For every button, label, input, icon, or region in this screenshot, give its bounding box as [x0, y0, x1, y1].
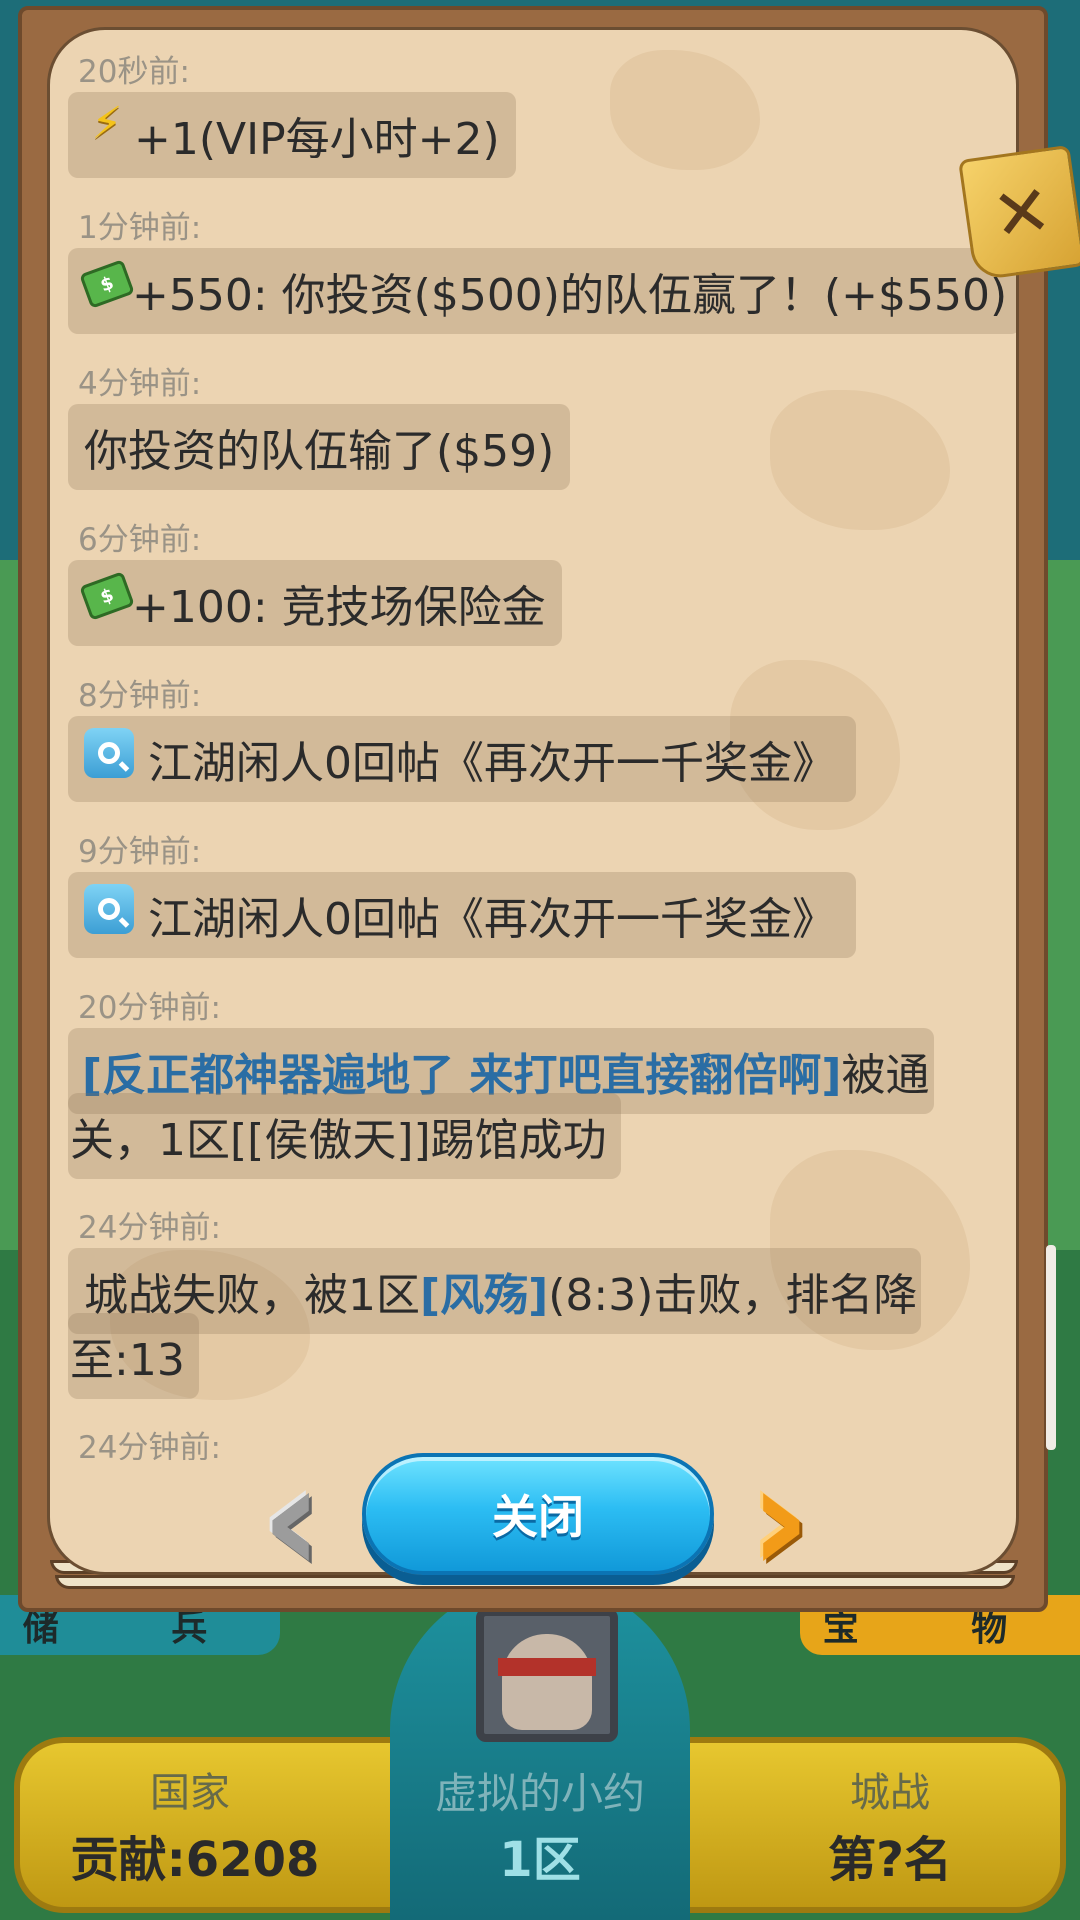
close-button[interactable]: 关闭: [362, 1453, 714, 1575]
feed-item-continuation: 至:13: [68, 1313, 199, 1399]
timestamp: 8分钟前:: [78, 678, 202, 714]
timestamp: 4分钟前:: [78, 366, 202, 402]
feed-item: 你投资的队伍输了($59): [68, 404, 571, 490]
player-name: 虚拟的小约: [434, 1769, 645, 1818]
feed-item-text: (8:3)击败，排名降: [548, 1270, 918, 1321]
avatar-face: [502, 1634, 592, 1730]
feed-item-text: +1(VIP每小时+2): [134, 114, 500, 165]
city-war-rank: 第?名: [828, 1832, 952, 1888]
avatar-headband: [498, 1658, 596, 1676]
contribution-value: 贡献:6208: [70, 1832, 320, 1888]
feed-item: ⚡ +1(VIP每小时+2): [68, 92, 516, 178]
paper-stack-edge: [55, 1575, 1015, 1589]
timestamp: 24分钟前:: [78, 1210, 221, 1246]
search-icon: [84, 884, 134, 934]
nation-label: 国家: [150, 1770, 230, 1816]
close-icon[interactable]: ✕: [958, 144, 1080, 282]
timestamp: 6分钟前:: [78, 522, 202, 558]
feed-item-text: 江湖闲人0回帖《再次开一千奖金》: [148, 738, 836, 789]
feed-item: $ +100: 竞技场保险金: [68, 560, 562, 646]
city-war-label: 城战: [850, 1770, 930, 1816]
timestamp: 1分钟前:: [78, 210, 202, 246]
next-page-button[interactable]: ›: [726, 1433, 834, 1607]
avatar[interactable]: [476, 1608, 618, 1742]
feed-item-text: 至:13: [70, 1335, 185, 1386]
server-value: 1区: [499, 1832, 581, 1888]
scrollbar[interactable]: [1046, 1245, 1056, 1450]
bolt-icon: ⚡: [91, 97, 123, 149]
feed-item[interactable]: 江湖闲人0回帖《再次开一千奖金》: [68, 872, 856, 958]
timestamp: 20分钟前:: [78, 990, 221, 1026]
money-icon: $: [79, 259, 135, 309]
guild-name-link[interactable]: [风殇]: [420, 1259, 548, 1323]
money-icon: $: [79, 571, 135, 621]
feed-item: $ +550: 你投资($500)的队伍赢了！(+$550): [68, 248, 1016, 334]
feed-item[interactable]: 江湖闲人0回帖《再次开一千奖金》: [68, 716, 856, 802]
message-feed[interactable]: 20秒前: ⚡ +1(VIP每小时+2) 1分钟前: $ +550: 你投资($…: [50, 30, 1016, 1460]
feed-item-text: +550: 你投资($500)的队伍赢了！(+$550): [132, 270, 1008, 321]
feed-item-continuation: 关，1区[[侯傲天]]踢馆成功: [68, 1093, 621, 1179]
search-icon: [84, 728, 134, 778]
timestamp: 20秒前:: [78, 54, 190, 90]
feed-item-text: +100: 竞技场保险金: [132, 582, 546, 633]
timestamp: 24分钟前:: [78, 1430, 221, 1460]
feed-item-text: 关，1区[[侯傲天]]踢馆成功: [70, 1115, 607, 1166]
previous-page-button[interactable]: ‹: [238, 1433, 346, 1607]
feed-item-text: 江湖闲人0回帖《再次开一千奖金》: [148, 894, 836, 945]
feed-item-text: 被通: [841, 1050, 930, 1101]
message-paper: 20秒前: ⚡ +1(VIP每小时+2) 1分钟前: $ +550: 你投资($…: [47, 27, 1019, 1575]
timestamp: 9分钟前:: [78, 834, 202, 870]
feed-item-text: 你投资的队伍输了($59): [84, 426, 555, 477]
